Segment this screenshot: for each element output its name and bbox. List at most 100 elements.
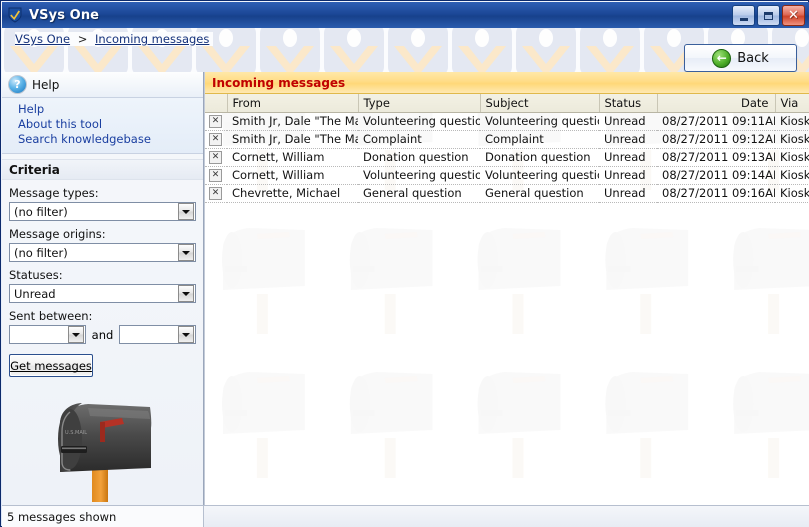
- maximize-button[interactable]: [757, 5, 780, 26]
- cell-subject: Volunteering question: [480, 112, 599, 131]
- chevron-down-icon[interactable]: [177, 326, 194, 343]
- cell-date: 08/27/2011 09:12AM: [657, 130, 775, 149]
- help-header: ? Help: [2, 72, 203, 98]
- column-header-status[interactable]: Status: [598, 94, 657, 113]
- statuses-label: Statuses:: [9, 268, 63, 282]
- cell-via: Kiosk: [775, 166, 809, 185]
- cell-date: 08/27/2011 09:16AM: [657, 184, 775, 203]
- criteria-heading: Criteria: [2, 159, 203, 180]
- chevron-down-icon[interactable]: [178, 285, 194, 302]
- help-header-label: Help: [32, 77, 60, 92]
- message-origins-label: Message origins:: [9, 227, 106, 241]
- cell-from: Cornett, William: [227, 166, 358, 185]
- cell-via: Kiosk: [775, 148, 809, 167]
- chevron-down-icon[interactable]: [178, 203, 194, 220]
- cell-status: Unread: [599, 166, 657, 185]
- row-delete-cell: ✕: [205, 112, 227, 131]
- help-links: Help About this tool Search knowledgebas…: [2, 98, 203, 154]
- message-types-label: Message types:: [9, 186, 99, 200]
- breadcrumb: VSys One > Incoming messages: [15, 32, 214, 46]
- cell-status: Unread: [599, 148, 657, 167]
- field-sent-between: Sent between: and: [2, 309, 203, 344]
- column-header-select[interactable]: [205, 94, 227, 113]
- table-header: From Type Subject Status Date Via: [205, 94, 809, 113]
- column-header-from[interactable]: From: [226, 94, 358, 113]
- cell-subject: Donation question: [480, 148, 599, 167]
- sent-between-label: Sent between:: [9, 309, 93, 323]
- close-icon: ✕: [788, 8, 799, 23]
- maximize-icon: [764, 11, 773, 20]
- table-row[interactable]: ✕ Smith Jr, Dale "The Man" Complaint Com…: [205, 130, 809, 149]
- cell-subject: Volunteering question: [480, 166, 599, 185]
- delete-row-icon[interactable]: ✕: [209, 187, 222, 200]
- get-messages-button[interactable]: Get messages: [9, 354, 93, 377]
- cell-from: Smith Jr, Dale "The Man": [227, 112, 358, 131]
- statuses-value: Unread: [14, 286, 56, 301]
- column-header-subject[interactable]: Subject: [479, 94, 599, 113]
- cell-via: Kiosk: [775, 184, 809, 203]
- window-controls: ✕: [732, 5, 805, 26]
- cell-type: Complaint: [358, 130, 480, 149]
- breadcrumb-current-link[interactable]: Incoming messages: [95, 32, 209, 46]
- close-button[interactable]: ✕: [782, 5, 805, 26]
- delete-row-icon[interactable]: ✕: [209, 133, 222, 146]
- sent-from-date-select[interactable]: [9, 325, 86, 344]
- chevron-down-icon[interactable]: [67, 326, 84, 343]
- panel-title: Incoming messages: [205, 72, 809, 94]
- delete-row-icon[interactable]: ✕: [209, 151, 222, 164]
- cell-subject: Complaint: [480, 130, 599, 149]
- sent-to-date-select[interactable]: [119, 325, 196, 344]
- table-row[interactable]: ✕ Chevrette, Michael General question Ge…: [205, 184, 809, 203]
- table-row[interactable]: ✕ Smith Jr, Dale "The Man" Volunteering …: [205, 112, 809, 131]
- svg-text:U.S.MAIL: U.S.MAIL: [65, 430, 87, 436]
- green-back-arrow-icon: ←: [712, 48, 732, 68]
- chevron-down-icon[interactable]: [178, 244, 194, 261]
- cell-from: Cornett, William: [227, 148, 358, 167]
- message-origins-select[interactable]: (no filter): [9, 243, 196, 262]
- help-link-about-this-tool[interactable]: About this tool: [18, 117, 203, 132]
- status-message: 5 messages shown: [2, 506, 204, 527]
- breadcrumb-root-link[interactable]: VSys One: [15, 32, 70, 46]
- row-delete-cell: ✕: [205, 130, 227, 149]
- statuses-select[interactable]: Unread: [9, 284, 196, 303]
- back-button-label: Back: [737, 50, 769, 66]
- title-bar: VSys One ✕: [2, 2, 809, 28]
- cell-status: Unread: [599, 130, 657, 149]
- sidebar: ? Help Help About this tool Search knowl…: [2, 72, 204, 505]
- breadcrumb-bar: VSys One > Incoming messages ← Back: [2, 28, 809, 72]
- messages-table: From Type Subject Status Date Via ✕ Smit…: [205, 94, 809, 203]
- table-body: ✕ Smith Jr, Dale "The Man" Volunteering …: [205, 112, 809, 203]
- table-header-row: From Type Subject Status Date Via: [205, 94, 809, 113]
- cell-from: Chevrette, Michael: [227, 184, 358, 203]
- cell-type: Volunteering question: [358, 112, 480, 131]
- column-header-type[interactable]: Type: [357, 94, 480, 113]
- cell-type: General question: [358, 184, 480, 203]
- cell-status: Unread: [599, 184, 657, 203]
- column-header-via[interactable]: Via: [774, 94, 809, 113]
- table-row[interactable]: ✕ Cornett, William Volunteering question…: [205, 166, 809, 185]
- back-button[interactable]: ← Back: [684, 44, 797, 72]
- table-row[interactable]: ✕ Cornett, William Donation question Don…: [205, 148, 809, 167]
- delete-row-icon[interactable]: ✕: [209, 169, 222, 182]
- window-title: VSys One: [29, 7, 100, 23]
- delete-row-icon[interactable]: ✕: [209, 115, 222, 128]
- help-link-search-knowledgebase[interactable]: Search knowledgebase: [18, 132, 203, 147]
- cell-subject: General question: [480, 184, 599, 203]
- message-origins-value: (no filter): [14, 245, 68, 260]
- cell-date: 08/27/2011 09:13AM: [657, 148, 775, 167]
- minimize-button[interactable]: [732, 5, 755, 26]
- main-panel: Incoming messages From Type Subject Stat…: [204, 72, 809, 505]
- status-bar: 5 messages shown: [2, 505, 809, 527]
- cell-type: Volunteering question: [358, 166, 480, 185]
- breadcrumb-separator: >: [77, 32, 88, 46]
- status-bar-filler: [204, 506, 809, 527]
- cell-status: Unread: [599, 112, 657, 131]
- cell-via: Kiosk: [775, 130, 809, 149]
- field-statuses: Statuses: Unread: [2, 268, 203, 303]
- mailbox-icon: U.S.MAIL: [58, 403, 152, 502]
- column-header-date[interactable]: Date: [656, 94, 775, 113]
- cell-type: Donation question: [358, 148, 480, 167]
- message-types-select[interactable]: (no filter): [9, 202, 196, 221]
- help-link-help[interactable]: Help: [18, 102, 203, 117]
- app-window: VSys One ✕ VSys One > Incoming messages …: [0, 0, 809, 527]
